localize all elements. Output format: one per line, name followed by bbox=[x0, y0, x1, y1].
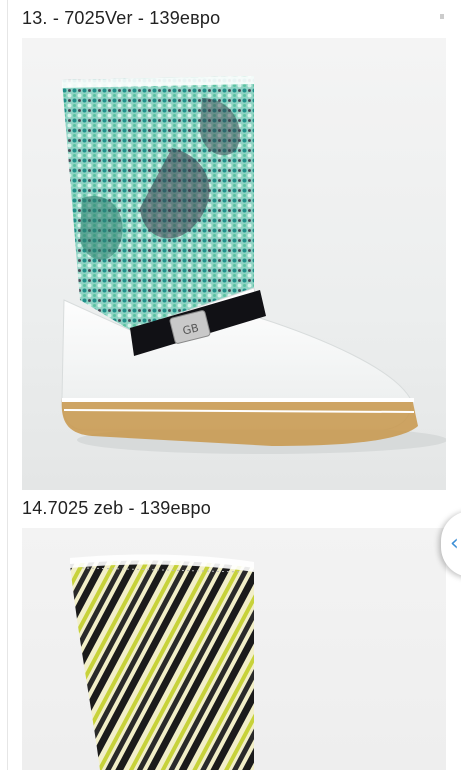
item-caption: 13. - 7025Ver - 139евро bbox=[22, 8, 221, 28]
boot-illustration bbox=[70, 554, 254, 770]
divider bbox=[7, 0, 8, 770]
boot-illustration: GB bbox=[61, 76, 446, 454]
product-photo[interactable]: GB bbox=[22, 38, 446, 490]
product-photo[interactable] bbox=[22, 528, 446, 770]
overflow-marker bbox=[440, 14, 444, 19]
product-feed: 13. - 7025Ver - 139евро GB 14.7025 zeb -… bbox=[0, 0, 461, 770]
item-caption: 14.7025 zeb - 139евро bbox=[22, 498, 211, 518]
chevron-left-icon: ‹ bbox=[450, 531, 459, 556]
